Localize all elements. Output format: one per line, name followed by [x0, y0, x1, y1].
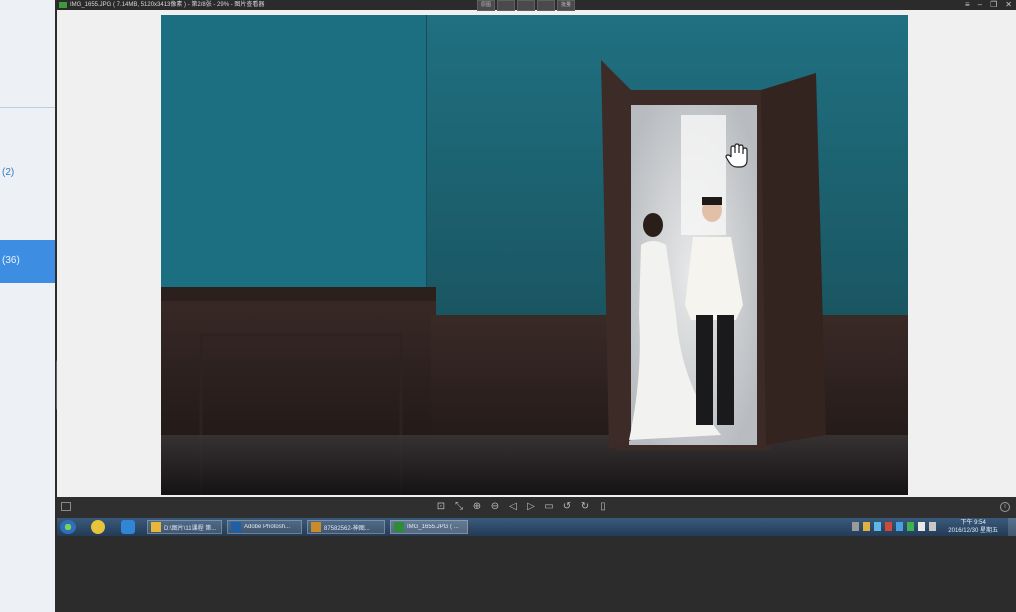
quicklaunch-app-icon[interactable] [91, 520, 105, 534]
minimize-icon[interactable]: – [978, 0, 982, 10]
tray-icon[interactable] [885, 522, 892, 531]
clock[interactable]: 下午 9:54 2016/12/30 星期五 [948, 519, 998, 535]
network-icon[interactable] [918, 522, 925, 531]
folder-icon [151, 522, 161, 532]
info-mode-button[interactable] [537, 0, 556, 11]
rotate-left-icon[interactable]: ↺ [561, 500, 573, 514]
thumbnail-mode-button[interactable] [517, 0, 536, 11]
toolbar-tools: ⊡ ⤡ ⊕ ⊖ ◁ ▷ ▭ ↺ ↻ ▯ [435, 500, 609, 514]
fit-mode-button[interactable] [497, 0, 516, 11]
system-tray [852, 522, 936, 531]
taskbar-item-label: 87582562-神图... [324, 525, 370, 532]
sidebar-divider [0, 107, 55, 108]
tray-icon[interactable] [852, 522, 859, 531]
original-size-button[interactable]: 原图 [477, 0, 496, 11]
zoom-in-icon[interactable]: ⊕ [471, 500, 483, 514]
slideshow-icon[interactable]: ▭ [543, 500, 555, 514]
rotate-right-icon[interactable]: ↻ [579, 500, 591, 514]
open-folder-icon[interactable] [61, 502, 71, 511]
actual-size-icon[interactable]: ⊡ [435, 500, 447, 514]
start-button-icon[interactable] [60, 520, 76, 534]
sidebar-item-count[interactable]: (2) [2, 167, 14, 178]
show-desktop-button[interactable] [1008, 518, 1016, 536]
menu-icon[interactable]: ≡ [965, 0, 970, 10]
taskbar-item-label: IMG_1655.JPG ( ... [407, 524, 459, 530]
taskbar-item[interactable]: Adobe Photosh... [227, 520, 302, 534]
screen-background [57, 536, 1016, 612]
app-icon [59, 2, 67, 8]
close-icon[interactable]: ✕ [1005, 0, 1012, 10]
tray-icon[interactable] [863, 522, 870, 531]
photoshop-icon [231, 522, 241, 532]
taskbar-item-label: D:\图片\11课程 第... [164, 525, 217, 532]
image-viewer-icon [394, 522, 404, 532]
viewer-toolbar: ⊡ ⤡ ⊕ ⊖ ◁ ▷ ▭ ↺ ↻ ▯ i [57, 497, 1016, 518]
volume-icon[interactable] [929, 522, 936, 531]
quicklaunch-cloud-icon[interactable] [121, 520, 135, 534]
sidebar-item-selected[interactable]: (36) [0, 240, 55, 283]
displayed-photo[interactable] [161, 15, 908, 495]
clock-time: 下午 9:54 [960, 520, 986, 526]
next-icon[interactable]: ▷ [525, 500, 537, 514]
zoom-out-icon[interactable]: ⊖ [489, 500, 501, 514]
taskbar-item-active[interactable]: IMG_1655.JPG ( ... [390, 520, 468, 534]
view-mode-buttons: 原图 批量 [477, 0, 576, 11]
image-viewer-window: IMG_1655.JPG ( 7.14MB, 5120x3413像素 ) - 第… [57, 0, 1016, 518]
windows-taskbar: D:\图片\11课程 第... Adobe Photosh... 8758256… [57, 518, 1016, 536]
tray-icon[interactable] [896, 522, 903, 531]
taskbar-item[interactable]: D:\图片\11课程 第... [147, 520, 222, 534]
delete-icon[interactable]: ▯ [597, 500, 609, 514]
photo-illustration [161, 15, 908, 495]
previous-icon[interactable]: ◁ [507, 500, 519, 514]
background-app-sidebar: (2) (36) [0, 0, 55, 612]
fit-window-icon[interactable]: ⤡ [453, 500, 465, 514]
restore-icon[interactable]: ❐ [990, 0, 997, 10]
info-icon[interactable]: i [1000, 502, 1010, 512]
image-icon [311, 522, 321, 532]
taskbar-item[interactable]: 87582562-神图... [307, 520, 385, 534]
clock-date: 2016/12/30 星期五 [948, 528, 998, 534]
tray-icon[interactable] [874, 522, 881, 531]
viewer-title: IMG_1655.JPG ( 7.14MB, 5120x3413像素 ) - 第… [70, 2, 265, 8]
viewer-titlebar: IMG_1655.JPG ( 7.14MB, 5120x3413像素 ) - 第… [57, 0, 1016, 11]
sidebar-item-count-selected: (36) [2, 255, 20, 266]
batch-button[interactable]: 批量 [557, 0, 576, 11]
window-controls: ≡ – ❐ ✕ [965, 0, 1012, 10]
taskbar-item-label: Adobe Photosh... [244, 524, 291, 530]
tray-icon[interactable] [907, 522, 914, 531]
